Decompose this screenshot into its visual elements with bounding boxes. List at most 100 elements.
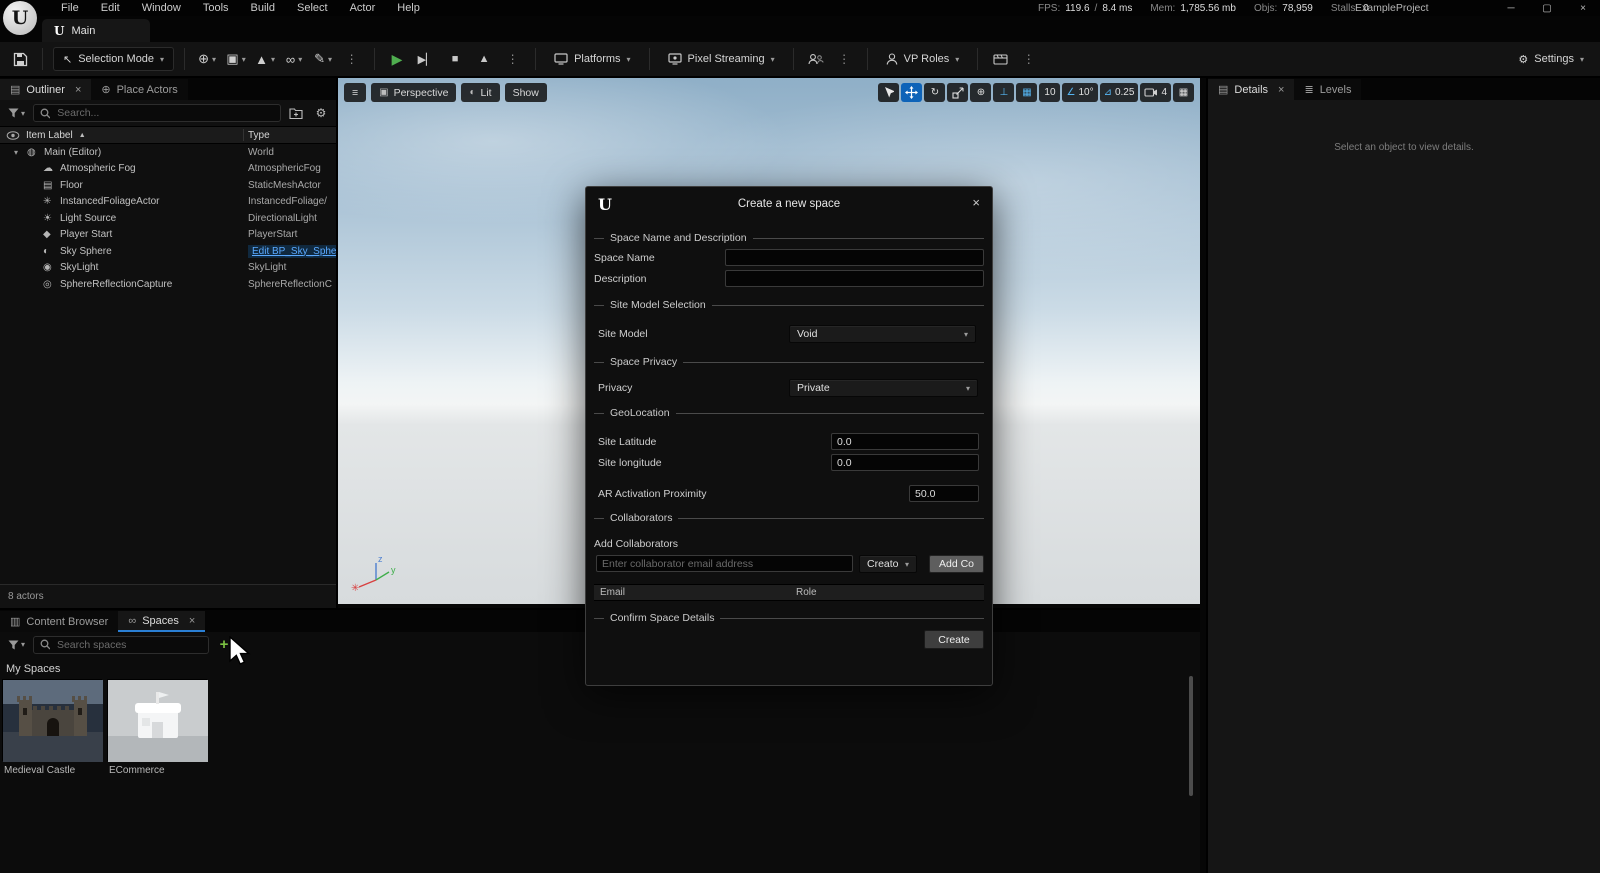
blueprints-button[interactable]: ∞▾	[282, 46, 306, 72]
longitude-input[interactable]	[831, 454, 979, 471]
menu-tools[interactable]: Tools	[192, 1, 240, 15]
close-icon[interactable]: ×	[189, 615, 195, 627]
space-name-input[interactable]	[725, 249, 984, 266]
menu-file[interactable]: File	[50, 1, 90, 15]
selection-mode-dropdown[interactable]: ↖ Selection Mode ▾	[53, 47, 174, 71]
camera-options-button[interactable]: ⋮	[1017, 46, 1041, 72]
lit-dropdown[interactable]: ◐ Lit	[461, 83, 499, 102]
frame-skip-button[interactable]: ▶▏	[414, 46, 438, 72]
tab-details[interactable]: ▤ Details ×	[1208, 79, 1294, 100]
sort-ascending-icon: ▲	[79, 132, 86, 139]
outliner-row[interactable]: ▤FloorStaticMeshActor	[0, 177, 336, 194]
scale-snap-toggle[interactable]: ⊿0.25	[1100, 83, 1139, 102]
ar-proximity-input[interactable]	[909, 485, 979, 502]
close-icon[interactable]: ×	[1278, 84, 1284, 96]
show-dropdown[interactable]: Show	[505, 83, 547, 102]
outliner-filter-button[interactable]: ▾	[5, 108, 28, 118]
sessions-options-button[interactable]: ⋮	[833, 46, 857, 72]
space-thumbnail[interactable]	[2, 679, 102, 761]
privacy-dropdown[interactable]: Private ▾	[789, 379, 978, 397]
modes-button[interactable]: ▣▾	[224, 46, 248, 72]
outliner-row[interactable]: ☀Light SourceDirectionalLight	[0, 210, 336, 227]
create-space-button[interactable]: Create	[924, 630, 984, 649]
spaces-search-input[interactable]	[55, 638, 202, 652]
outliner-row[interactable]: ✳InstancedFoliageActorInstancedFoliage/	[0, 194, 336, 211]
menu-window[interactable]: Window	[131, 1, 192, 15]
column-divider[interactable]	[243, 129, 244, 141]
tab-place-actors[interactable]: ⊕ Place Actors	[91, 79, 187, 100]
rotate-tool-button[interactable]: ↻	[924, 83, 945, 102]
rotation-snap-toggle[interactable]: ∠10°	[1062, 83, 1097, 102]
menu-select[interactable]: Select	[286, 1, 339, 15]
tab-spaces[interactable]: ∞ Spaces ×	[118, 611, 205, 632]
column-type[interactable]: Type	[248, 130, 270, 141]
eject-button[interactable]: ▲	[472, 46, 496, 72]
space-item-ecommerce[interactable]: ECommerce	[107, 679, 208, 776]
maximize-button[interactable]: ▢	[1536, 3, 1558, 14]
surface-snap-button[interactable]: ⊥	[993, 83, 1014, 102]
outliner-row[interactable]: ◉SkyLightSkyLight	[0, 260, 336, 277]
spaces-filter-button[interactable]: ▾	[5, 640, 28, 650]
toolbar-overflow-button[interactable]: ⋮	[340, 46, 364, 72]
visibility-eye-icon[interactable]	[6, 131, 20, 140]
chevron-down-icon: ▾	[955, 55, 959, 64]
new-folder-button[interactable]	[286, 108, 306, 119]
pixel-streaming-dropdown[interactable]: Pixel Streaming ▾	[660, 46, 783, 72]
spaces-scrollbar[interactable]	[1189, 676, 1193, 796]
sessions-button[interactable]	[804, 46, 828, 72]
space-item-medieval-castle[interactable]: Medieval Castle	[2, 679, 103, 776]
outliner-row[interactable]: ◐Sky SphereEdit BP_Sky_Sphe	[0, 243, 336, 260]
cinematics-button[interactable]: ✎▾	[311, 46, 335, 72]
expand-caret-icon[interactable]: ▾	[14, 148, 27, 157]
virtual-camera-button[interactable]	[988, 46, 1012, 72]
tab-levels[interactable]: ≣ Levels	[1294, 79, 1361, 100]
collaborator-email-input[interactable]	[596, 555, 853, 572]
move-tool-button[interactable]	[901, 83, 922, 102]
tab-content-browser[interactable]: ▥ Content Browser	[0, 611, 118, 632]
grid-snap-toggle[interactable]: ▦	[1016, 83, 1037, 102]
perspective-dropdown[interactable]: ▣ Perspective	[371, 83, 456, 102]
menu-build[interactable]: Build	[240, 1, 286, 15]
add-collaborator-button[interactable]: Add Co	[929, 555, 984, 573]
save-button[interactable]	[8, 46, 32, 72]
outliner-row[interactable]: ▾◍Main (Editor)World	[0, 144, 336, 161]
outliner-row[interactable]: ◆Player StartPlayerStart	[0, 227, 336, 244]
vp-roles-dropdown[interactable]: VP Roles ▾	[878, 46, 968, 72]
play-options-button[interactable]: ⋮	[501, 46, 525, 72]
settings-dropdown[interactable]: ⚙ Settings ▾	[1510, 46, 1592, 72]
tab-main-level[interactable]: U Main	[42, 19, 150, 42]
stop-button[interactable]: ■	[443, 46, 467, 72]
collaborator-role-dropdown[interactable]: Creato ▾	[859, 555, 917, 573]
save-icon	[13, 52, 28, 67]
outliner-search-input[interactable]	[55, 106, 274, 120]
close-icon[interactable]: ×	[75, 84, 81, 96]
grid-snap-value[interactable]: 10	[1039, 83, 1060, 102]
outliner-row[interactable]: ☁Atmospheric FogAtmosphericFog	[0, 161, 336, 178]
dialog-close-button[interactable]: ×	[972, 195, 980, 210]
select-tool-button[interactable]	[878, 83, 899, 102]
description-row: Description	[594, 270, 984, 288]
column-item-label[interactable]: Item Label	[26, 130, 73, 141]
play-button[interactable]: ▶	[385, 46, 409, 72]
viewport-options-button[interactable]: ≡	[344, 83, 366, 102]
tab-outliner[interactable]: ▤ Outliner ×	[0, 79, 91, 100]
platforms-dropdown[interactable]: Platforms ▾	[546, 46, 638, 72]
menu-actor[interactable]: Actor	[339, 1, 387, 15]
space-thumbnail[interactable]	[107, 679, 207, 761]
latitude-input[interactable]	[831, 433, 979, 450]
minimize-button[interactable]: ─	[1500, 3, 1522, 14]
menu-edit[interactable]: Edit	[90, 1, 131, 15]
world-space-button[interactable]: ⊕	[970, 83, 991, 102]
outliner-settings-button[interactable]: ⚙	[311, 106, 331, 120]
maximize-viewport-button[interactable]: ▦	[1173, 83, 1194, 102]
quick-add-button[interactable]: ⊕▾	[195, 46, 219, 72]
site-model-dropdown[interactable]: Void ▾	[789, 325, 976, 343]
scale-tool-button[interactable]	[947, 83, 968, 102]
close-button[interactable]: ×	[1572, 3, 1594, 14]
camera-speed-button[interactable]: 4	[1140, 83, 1171, 102]
menu-help[interactable]: Help	[386, 1, 431, 15]
landscape-button[interactable]: ▲▾	[253, 46, 277, 72]
outliner-row[interactable]: ◎SphereReflectionCaptureSphereReflection…	[0, 276, 336, 293]
description-input[interactable]	[725, 270, 984, 287]
edit-blueprint-link[interactable]: Edit BP_Sky_Sphe	[248, 245, 336, 258]
